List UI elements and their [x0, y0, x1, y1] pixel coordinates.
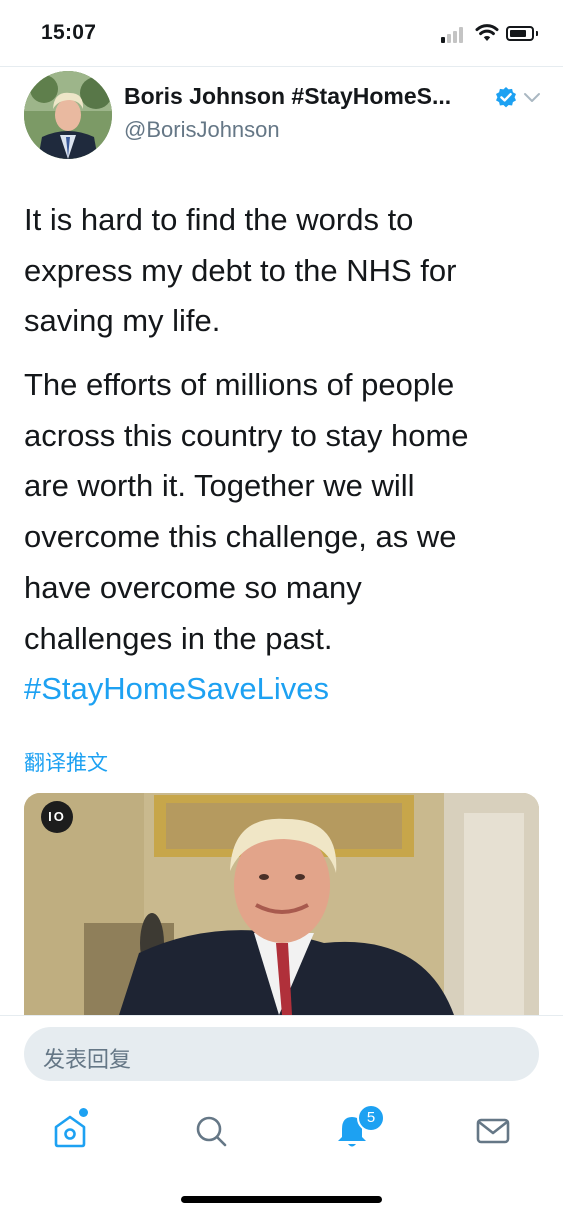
tweet-paragraph-1: It is hard to find the words to express …: [24, 195, 539, 347]
battery-icon: [506, 26, 534, 41]
reply-placeholder: 发表回复: [43, 1047, 132, 1072]
tweet-line: The efforts of millions of people: [24, 367, 455, 402]
display-name[interactable]: Boris Johnson #StayHomeS...: [124, 83, 451, 110]
status-bar: 15:07: [0, 0, 563, 66]
chevron-down-icon[interactable]: [523, 90, 541, 106]
reply-input[interactable]: 发表回复: [24, 1027, 539, 1081]
verified-badge-icon: [496, 87, 516, 108]
reply-divider: [0, 1015, 563, 1016]
tweet-line: are worth it. Together we will: [24, 468, 415, 504]
translate-tweet-link[interactable]: 翻译推文: [24, 747, 108, 777]
signal-icon: [441, 26, 467, 43]
video-thumbnail[interactable]: IO: [24, 793, 539, 1015]
video-frame-image: [24, 793, 539, 1015]
tweet-line: saving my life.: [24, 303, 221, 339]
user-handle[interactable]: @BorisJohnson: [124, 117, 280, 143]
tweet-line: express my debt to the NHS for: [24, 252, 457, 288]
search-icon: [196, 1116, 227, 1147]
tweet-line: overcome this challenge, as we: [24, 519, 457, 555]
home-indicator[interactable]: [181, 1196, 382, 1203]
notification-count-badge: 5: [357, 1104, 385, 1132]
wifi-icon: [475, 24, 499, 41]
avatar-portrait-icon: [24, 71, 112, 159]
tweet-paragraph-2: The efforts of millions of people across…: [24, 360, 539, 715]
tweet-line: It is hard to find the words to: [24, 202, 414, 237]
tweet-line: have overcome so many: [24, 569, 362, 605]
header-divider: [0, 66, 563, 67]
tweet-line: challenges in the past.: [24, 620, 333, 656]
tab-search[interactable]: [187, 1107, 235, 1155]
media-source-badge: IO: [41, 801, 73, 833]
status-time: 15:07: [41, 21, 97, 44]
hashtag-link[interactable]: #StayHomeSaveLives: [24, 664, 539, 715]
mail-icon: [476, 1118, 510, 1144]
battery-tip: [536, 31, 538, 36]
home-unread-dot: [79, 1108, 88, 1117]
tweet-line: across this country to stay home: [24, 417, 469, 453]
avatar[interactable]: [24, 71, 112, 159]
tab-messages[interactable]: [469, 1107, 517, 1155]
